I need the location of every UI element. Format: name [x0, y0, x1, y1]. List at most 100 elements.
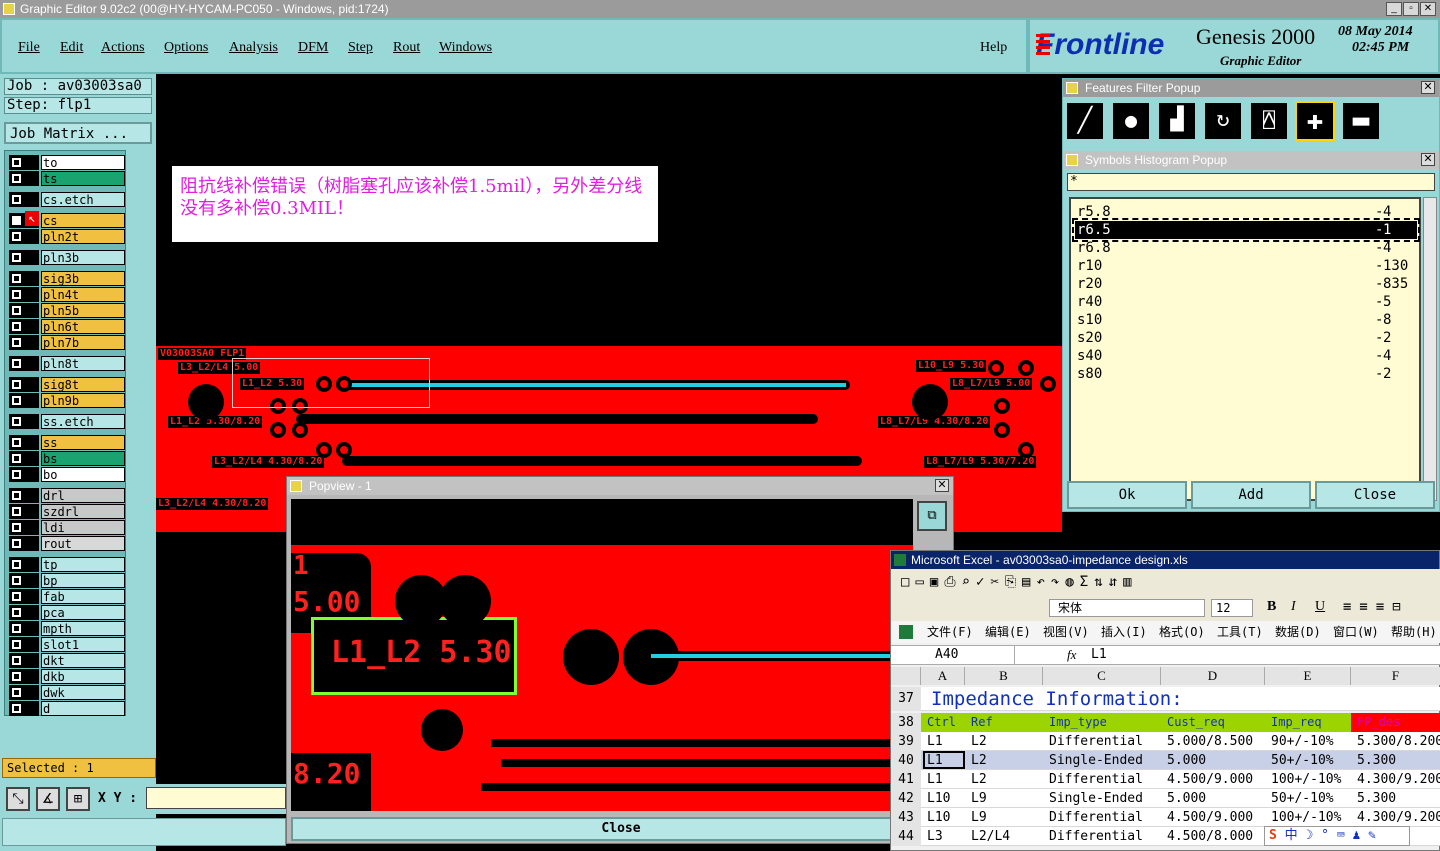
column-title[interactable]: FP_des [1351, 713, 1440, 732]
layer-checkbox[interactable] [9, 250, 39, 265]
workbook-icon[interactable] [899, 625, 913, 639]
spell-icon[interactable]: ✓ [976, 574, 990, 590]
table-cell[interactable]: L2 [971, 751, 1049, 770]
histogram-row[interactable]: r6.5-1 [1072, 218, 1420, 242]
layer-checkbox[interactable] [9, 488, 39, 503]
column-header[interactable]: A [921, 667, 965, 685]
layer-checkbox[interactable] [9, 589, 39, 604]
layer-checkbox[interactable] [9, 504, 39, 519]
menu-dfm[interactable]: DFM [298, 40, 328, 56]
preview-icon[interactable]: ⌕ [962, 574, 976, 590]
table-cell[interactable]: 5.000 [1167, 751, 1271, 770]
xy-input[interactable] [146, 787, 286, 809]
layer-checkbox[interactable] [9, 393, 39, 408]
excel-menu-item[interactable]: 插入(I) [1101, 621, 1147, 643]
table-cell[interactable]: L1 [927, 770, 971, 789]
redo-icon[interactable]: ↷ [1051, 574, 1065, 590]
layer-row-sig8t[interactable]: sig8t [9, 377, 125, 392]
layer-row-dwk[interactable]: dwk [9, 685, 125, 700]
table-cell[interactable]: Differential [1049, 770, 1167, 789]
layer-checkbox[interactable] [9, 356, 39, 371]
layer-checkbox[interactable] [9, 414, 39, 429]
row-number[interactable]: 38 [891, 713, 921, 732]
layer-checkbox[interactable] [9, 303, 39, 318]
layer-row-sig3b[interactable]: sig3b [9, 271, 125, 286]
text-tool-icon[interactable]: ⍓ [1249, 101, 1289, 141]
pad-tool-icon[interactable]: ● [1111, 101, 1151, 141]
layer-row-szdrl[interactable]: szdrl [9, 504, 125, 519]
column-title[interactable]: Ctrl [921, 713, 965, 732]
layer-checkbox[interactable] [9, 536, 39, 551]
table-cell[interactable]: 4.500/9.000 [1167, 808, 1271, 827]
layer-checkbox[interactable] [9, 605, 39, 620]
table-cell[interactable]: 4.300/9.200 [1357, 808, 1440, 827]
layer-row-d[interactable]: d [9, 701, 125, 716]
cut-icon[interactable]: ✂ [990, 574, 1004, 590]
paste-icon[interactable]: ▤ [1022, 574, 1036, 590]
table-cell[interactable]: L2 [971, 770, 1049, 789]
layer-row-pln9b[interactable]: pln9b [9, 393, 125, 408]
table-cell[interactable]: 5.300 [1357, 789, 1440, 808]
histogram-filter-input[interactable]: * [1067, 173, 1435, 191]
layer-row-pln4t[interactable]: pln4t [9, 287, 125, 302]
line-tool-icon[interactable]: ╱ [1065, 101, 1105, 141]
undo-icon[interactable]: ↶ [1036, 574, 1050, 590]
new-file-icon[interactable]: □ [901, 574, 915, 590]
layer-row-ss[interactable]: ss [9, 435, 125, 450]
grid-icon[interactable]: ⊞ [66, 787, 90, 811]
layer-row-rout[interactable]: rout [9, 536, 125, 551]
layer-row-pln8t[interactable]: pln8t [9, 356, 125, 371]
popview-canvas[interactable]: 1 5.00 8.20 L1_L2 5.30 [291, 499, 913, 811]
select-all-corner[interactable] [891, 667, 921, 685]
histogram-row[interactable]: r10-130 [1075, 257, 1417, 275]
layer-row-drl[interactable]: drl [9, 488, 125, 503]
menu-actions[interactable]: Actions [101, 40, 145, 56]
layer-row-mpth[interactable]: mpth [9, 621, 125, 636]
italic-icon[interactable]: I [1291, 599, 1296, 615]
table-cell[interactable]: 100+/-10% [1271, 808, 1357, 827]
open-icon[interactable]: ▭ [915, 574, 929, 590]
table-cell[interactable]: L2/L4 [971, 827, 1049, 846]
column-title[interactable]: Imp_type [1043, 713, 1161, 732]
row-number[interactable]: 44 [891, 827, 921, 846]
layer-checkbox[interactable] [9, 653, 39, 668]
popview-close-button[interactable]: Close [291, 817, 951, 841]
table-cell[interactable]: L9 [971, 808, 1049, 827]
table-cell[interactable]: 100+/-10% [1271, 770, 1357, 789]
table-cell[interactable]: Single-Ended [1049, 789, 1167, 808]
layer-checkbox[interactable] [9, 192, 39, 207]
excel-menu-item[interactable]: 编辑(E) [985, 621, 1031, 643]
table-cell[interactable]: 5.000/8.500 [1167, 732, 1271, 751]
layer-row-ldi[interactable]: ldi [9, 520, 125, 535]
column-header[interactable]: F [1351, 667, 1440, 685]
table-cell[interactable]: 4.300/9.200 [1357, 770, 1440, 789]
table-cell[interactable]: 90+/-10% [1271, 732, 1357, 751]
maximize-button[interactable]: ▫ [1403, 2, 1419, 16]
layer-checkbox[interactable] [9, 229, 39, 244]
layer-row-bp[interactable]: bp [9, 573, 125, 588]
layer-checkbox[interactable] [9, 685, 39, 700]
column-title[interactable]: Imp_req [1265, 713, 1351, 732]
menu-analysis[interactable]: Analysis [229, 40, 278, 56]
layer-row-dkb[interactable]: dkb [9, 669, 125, 684]
column-header[interactable]: C [1043, 667, 1161, 685]
sort-desc-icon[interactable]: ⇵ [1109, 574, 1123, 590]
bold-icon[interactable]: B [1267, 599, 1276, 615]
popview-close-icon[interactable]: ✕ [935, 479, 949, 492]
symbols-histogram-list[interactable]: r5.8-4 r6.5-1 r6.8-4 r10-130 r20-835 r40-5 s10… [1069, 197, 1421, 501]
table-cell[interactable]: 4.500/8.000 [1167, 827, 1271, 846]
table-cell[interactable]: L2 [971, 732, 1049, 751]
zoom-area-icon[interactable]: ⤡ [6, 787, 30, 811]
layer-row-dkt[interactable]: dkt [9, 653, 125, 668]
layer-row-tp[interactable]: tp [9, 557, 125, 572]
layer-checkbox[interactable] [9, 335, 39, 350]
layer-row-pln6t[interactable]: pln6t [9, 319, 125, 334]
layer-row-pln2t[interactable]: pln2t [9, 229, 125, 244]
layer-row-pln5b[interactable]: pln5b [9, 303, 125, 318]
layer-checkbox[interactable] [9, 435, 39, 450]
popview-zoom-icon[interactable]: ⧉ [917, 501, 947, 531]
formula-value[interactable]: L1 [1091, 646, 1107, 664]
ok-button[interactable]: Ok [1067, 481, 1187, 509]
table-cell[interactable]: 5.300/8.200 [1357, 732, 1440, 751]
layer-row-bs[interactable]: bs [9, 451, 125, 466]
